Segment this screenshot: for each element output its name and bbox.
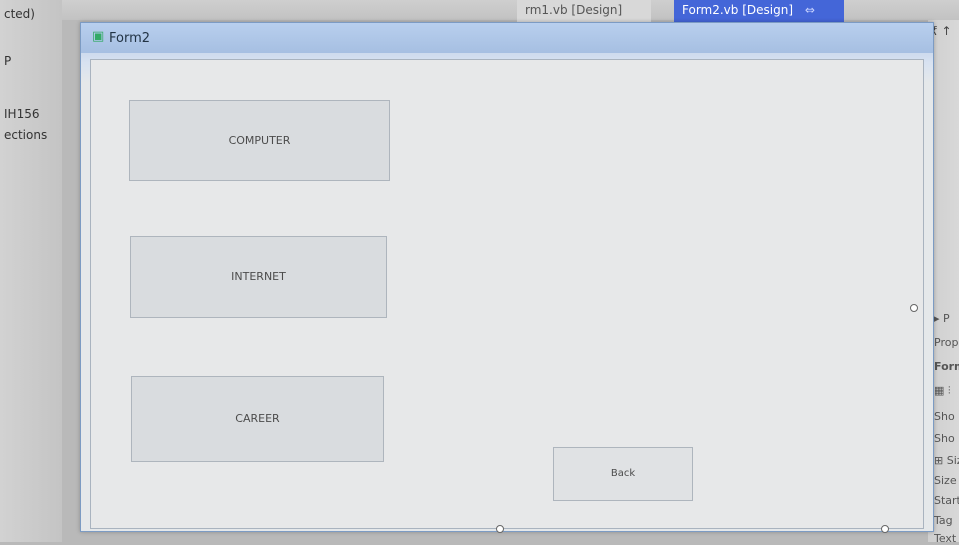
career-button[interactable]: CAREER (131, 376, 384, 462)
panel-text: ections (4, 128, 48, 142)
panel-text: Text (934, 532, 957, 545)
resize-handle[interactable] (496, 525, 504, 533)
panel-text: P (4, 54, 12, 68)
panel-text: Sho (934, 410, 955, 423)
form-titlebar[interactable]: ▣ Form2 (81, 23, 933, 53)
panel-text: Prop (934, 336, 959, 349)
panel-text: Form (934, 360, 959, 373)
ide-tab-strip: rm1.vb [Design] Form2.vb [Design] ⇔ × (62, 0, 959, 37)
back-button[interactable]: Back (553, 447, 693, 501)
panel-text: Start (934, 494, 959, 507)
panel-text: cted) (4, 7, 35, 21)
tab-label: Form2.vb [Design] (682, 3, 794, 17)
tab-label: rm1.vb [Design] (525, 3, 623, 17)
panel-text: ▦ ⫶ (934, 384, 951, 397)
panel-text: IH156 (4, 107, 40, 121)
panel-text: ▸ P (934, 312, 950, 325)
internet-button[interactable]: INTERNET (130, 236, 387, 318)
pin-icon[interactable]: ⇔ (805, 3, 815, 17)
resize-handle[interactable] (881, 525, 889, 533)
solution-explorer-panel: cted) P IH156 ections (0, 0, 62, 542)
tab-form2-design[interactable]: Form2.vb [Design] ⇔ × (674, 0, 844, 37)
form-designer-window[interactable]: ▣ Form2 — ▭ ✕ COMPUTER INTERNET CAREER B… (80, 22, 934, 533)
computer-button[interactable]: COMPUTER (129, 100, 390, 181)
panel-text: Tag (934, 514, 953, 527)
panel-text: Size (934, 474, 957, 487)
panel-text: Sho (934, 432, 955, 445)
form-icon: ▣ (92, 29, 105, 44)
form-client-area: COMPUTER INTERNET CAREER Back (90, 59, 924, 529)
form-title: Form2 (109, 31, 151, 46)
panel-text: ⊞ Size (934, 454, 959, 467)
tab-form1-design[interactable]: rm1.vb [Design] (517, 0, 651, 22)
resize-handle[interactable] (910, 304, 918, 312)
